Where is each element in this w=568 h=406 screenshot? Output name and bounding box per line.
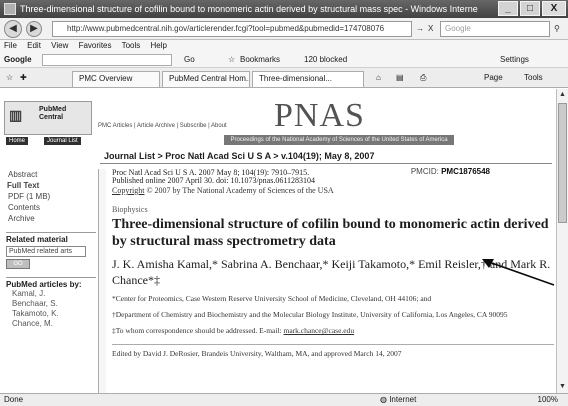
menu-bar: File Edit View Favorites Tools Help [0, 40, 568, 52]
minimize-button[interactable]: _ [498, 1, 518, 16]
menu-tools[interactable]: Tools [122, 41, 141, 50]
scroll-down-icon[interactable]: ▼ [557, 381, 568, 393]
add-favorite-icon[interactable]: ✚ [20, 71, 27, 85]
window-title-bar: Three-dimensional structure of cofilin b… [0, 0, 568, 18]
journal-list-tab-link[interactable]: Journal List [44, 137, 81, 145]
tab-pmc-overview[interactable]: PMC Overview [72, 71, 160, 87]
menu-help[interactable]: Help [151, 41, 167, 50]
security-zone: ◍ Internet [380, 395, 417, 404]
author-link[interactable]: Takamoto, K. [6, 309, 96, 319]
google-toolbar: Google Go ☆ Bookmarks 120 blocked Settin… [0, 52, 568, 68]
journal-strip: Proceedings of the National Academy of S… [224, 135, 454, 145]
tab-bar: ☆ ✚ PMC Overview PubMed Central Hom... T… [0, 68, 568, 88]
nav-abstract[interactable]: Abstract [6, 169, 96, 180]
maximize-button[interactable]: □ [520, 1, 540, 16]
google-search-input[interactable] [42, 54, 172, 66]
globe-icon: ◍ [380, 395, 390, 404]
print-icon[interactable]: ⎙ [420, 71, 426, 85]
scroll-thumb[interactable] [558, 103, 567, 223]
affiliation: *Center for Proteomics, Case Western Res… [112, 294, 432, 303]
menu-file[interactable]: File [4, 41, 17, 50]
google-go-button[interactable]: Go [184, 52, 195, 68]
feeds-icon[interactable]: ▤ [396, 71, 404, 85]
home-tab-link[interactable]: Home [6, 137, 29, 145]
author-link[interactable]: Chance, M. [6, 319, 96, 329]
copyright: Copyright © 2007 by The National Academy… [112, 186, 334, 195]
scroll-up-icon[interactable]: ▲ [557, 89, 568, 101]
menu-view[interactable]: View [51, 41, 68, 50]
search-icon[interactable]: ⚲ [554, 21, 560, 37]
tab-three-dimensional[interactable]: Three-dimensional... [252, 71, 364, 87]
status-text: Done [4, 395, 24, 404]
sidebar-collapse-handle[interactable] [98, 169, 106, 393]
nav-full-text[interactable]: Full Text [6, 180, 96, 191]
back-arrow-icon[interactable]: ◀ [4, 20, 22, 38]
copyright-link[interactable]: Copyright [112, 186, 144, 195]
go-button[interactable]: → [416, 21, 424, 37]
journal-logo[interactable]: PNAS [274, 97, 365, 135]
related-material-select[interactable]: PubMed related arts [6, 246, 86, 257]
menu-favorites[interactable]: Favorites [79, 41, 112, 50]
related-material-title: Related material [6, 232, 96, 244]
arrow-shaft [485, 260, 555, 286]
article-title: Three-dimensional structure of cofilin b… [112, 217, 549, 249]
annotation-arrow [482, 259, 555, 286]
google-label: Google [4, 55, 32, 64]
citation-line: Proc Natl Acad Sci U S A. 2007 May 8; 10… [112, 168, 310, 177]
left-navigation: Abstract Full Text PDF (1 MB) Contents A… [6, 169, 96, 329]
pmc-header: ▥ PubMed Central Home Journal List PMC A… [4, 97, 552, 145]
tab-pubmed-central-home[interactable]: PubMed Central Hom... [162, 71, 250, 87]
search-input[interactable]: Google [440, 21, 550, 37]
close-window-button[interactable]: X [542, 1, 566, 16]
bookmarks-button[interactable]: Bookmarks [240, 52, 280, 68]
page-content: ▥ PubMed Central Home Journal List PMC A… [0, 89, 556, 393]
pubmed-central-logo[interactable]: ▥ PubMed Central [4, 101, 92, 135]
pmcid: PMCID: PMC1876548 [410, 167, 490, 176]
related-go-button[interactable]: GO [6, 259, 30, 269]
page-menu-button[interactable]: Page [484, 71, 503, 85]
status-bar: Done ◍ Internet 100% [0, 393, 568, 406]
email-link[interactable]: mark.chance@case.edu [284, 326, 355, 335]
nav-archive[interactable]: Archive [6, 213, 96, 224]
bookmarks-star-icon[interactable]: ☆ [228, 52, 235, 68]
breadcrumb[interactable]: Journal List > Proc Natl Acad Sci U S A … [104, 151, 374, 161]
columns-icon: ▥ [9, 107, 23, 123]
pmcid-value: PMC1876548 [441, 167, 490, 176]
tools-menu-button[interactable]: Tools [524, 71, 543, 85]
window-controls: _ □ X [498, 1, 566, 16]
pubmed-articles-by-title: PubMed articles by: [6, 277, 96, 289]
affiliation: †Department of Chemistry and Biochemistr… [112, 310, 508, 319]
author-link[interactable]: Benchaar, S. [6, 299, 96, 309]
zoom-level[interactable]: 100% [538, 394, 558, 406]
correspondence: ‡To whom correspondence should be addres… [112, 326, 355, 335]
article-category: Biophysics [112, 205, 148, 214]
browser-icon [4, 3, 16, 15]
vertical-scrollbar[interactable]: ▲ ▼ [556, 89, 568, 393]
window-title: Three-dimensional structure of cofilin b… [20, 4, 478, 14]
edited-by: Edited by David J. DeRosier, Brandeis Un… [112, 344, 554, 359]
published-online-line: Published online 2007 April 30. doi: 10.… [112, 176, 316, 185]
address-toolbar: ◀ ▶ http://www.pubmedcentral.nih.gov/art… [0, 18, 568, 40]
settings-button[interactable]: Settings [500, 52, 529, 68]
menu-edit[interactable]: Edit [27, 41, 41, 50]
nav-contents[interactable]: Contents [6, 202, 96, 213]
forward-arrow-icon[interactable]: ▶ [26, 21, 42, 37]
stop-button[interactable]: X [428, 21, 433, 37]
pmc-header-links[interactable]: PMC Articles | Article Archive | Subscri… [98, 123, 227, 129]
nav-pdf[interactable]: PDF (1 MB) [6, 191, 96, 202]
author-link[interactable]: Kamal, J. [6, 289, 96, 299]
divider [100, 163, 552, 164]
home-icon[interactable]: ⌂ [376, 71, 381, 85]
url-field[interactable]: http://www.pubmedcentral.nih.gov/article… [52, 21, 412, 37]
favorites-star-icon[interactable]: ☆ [6, 71, 13, 85]
popup-blocked-indicator[interactable]: 120 blocked [304, 52, 347, 68]
